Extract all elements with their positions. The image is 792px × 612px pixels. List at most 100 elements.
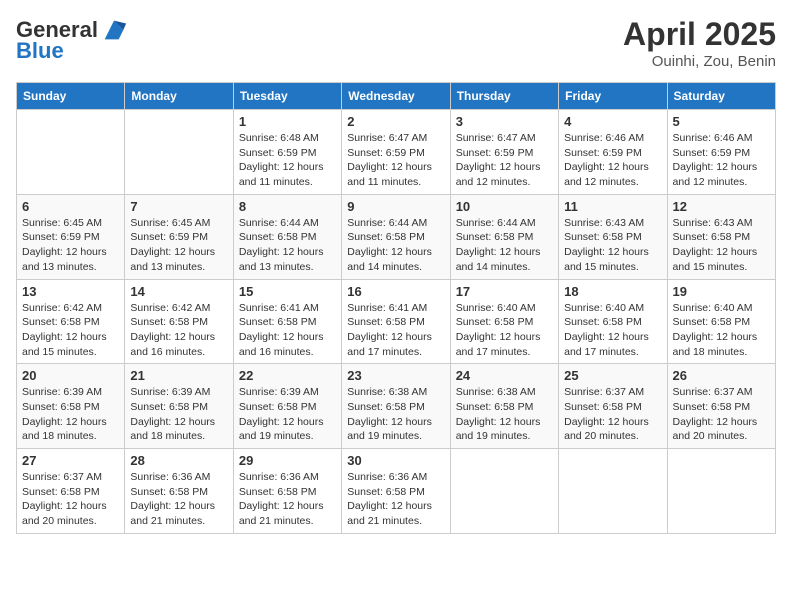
day-info: Sunrise: 6:40 AM Sunset: 6:58 PM Dayligh… (564, 301, 661, 360)
day-info: Sunrise: 6:44 AM Sunset: 6:58 PM Dayligh… (347, 216, 444, 275)
day-info: Sunrise: 6:39 AM Sunset: 6:58 PM Dayligh… (239, 385, 336, 444)
day-number: 12 (673, 199, 770, 214)
calendar-cell: 2 Sunrise: 6:47 AM Sunset: 6:59 PM Daylig… (342, 110, 450, 195)
day-info: Sunrise: 6:42 AM Sunset: 6:58 PM Dayligh… (130, 301, 227, 360)
day-info: Sunrise: 6:41 AM Sunset: 6:58 PM Dayligh… (347, 301, 444, 360)
calendar-week-row: 6 Sunrise: 6:45 AM Sunset: 6:59 PM Daylig… (17, 194, 776, 279)
day-number: 19 (673, 284, 770, 299)
day-number: 23 (347, 368, 444, 383)
day-number: 5 (673, 114, 770, 129)
month-year-title: April 2025 (623, 16, 776, 53)
day-number: 16 (347, 284, 444, 299)
day-info: Sunrise: 6:36 AM Sunset: 6:58 PM Dayligh… (239, 470, 336, 529)
calendar-cell: 12 Sunrise: 6:43 AM Sunset: 6:58 PM Dayli… (667, 194, 775, 279)
calendar-cell: 14 Sunrise: 6:42 AM Sunset: 6:58 PM Dayli… (125, 279, 233, 364)
day-info: Sunrise: 6:38 AM Sunset: 6:58 PM Dayligh… (347, 385, 444, 444)
day-number: 3 (456, 114, 553, 129)
day-number: 22 (239, 368, 336, 383)
calendar-cell: 5 Sunrise: 6:46 AM Sunset: 6:59 PM Daylig… (667, 110, 775, 195)
day-number: 18 (564, 284, 661, 299)
day-info: Sunrise: 6:36 AM Sunset: 6:58 PM Dayligh… (130, 470, 227, 529)
calendar-cell: 28 Sunrise: 6:36 AM Sunset: 6:58 PM Dayli… (125, 449, 233, 534)
calendar-week-row: 27 Sunrise: 6:37 AM Sunset: 6:58 PM Dayli… (17, 449, 776, 534)
calendar-day-header: Monday (125, 83, 233, 110)
calendar-cell: 1Sunrise: 6:48 AM Sunset: 6:59 PM Daylig… (233, 110, 341, 195)
calendar-cell: 7 Sunrise: 6:45 AM Sunset: 6:59 PM Daylig… (125, 194, 233, 279)
calendar-cell: 17 Sunrise: 6:40 AM Sunset: 6:58 PM Dayli… (450, 279, 558, 364)
day-number: 10 (456, 199, 553, 214)
day-number: 24 (456, 368, 553, 383)
logo: General Blue (16, 16, 128, 62)
day-number: 14 (130, 284, 227, 299)
calendar-day-header: Tuesday (233, 83, 341, 110)
logo-icon (100, 16, 128, 44)
day-info: Sunrise: 6:40 AM Sunset: 6:58 PM Dayligh… (456, 301, 553, 360)
day-info: Sunrise: 6:43 AM Sunset: 6:58 PM Dayligh… (564, 216, 661, 275)
calendar-cell: 18 Sunrise: 6:40 AM Sunset: 6:58 PM Dayli… (559, 279, 667, 364)
day-info: Sunrise: 6:47 AM Sunset: 6:59 PM Dayligh… (456, 131, 553, 190)
day-number: 15 (239, 284, 336, 299)
calendar-cell: 6 Sunrise: 6:45 AM Sunset: 6:59 PM Daylig… (17, 194, 125, 279)
location-text: Ouinhi, Zou, Benin (623, 53, 776, 70)
calendar-cell: 23 Sunrise: 6:38 AM Sunset: 6:58 PM Dayli… (342, 364, 450, 449)
calendar-cell (125, 110, 233, 195)
calendar-cell: 19 Sunrise: 6:40 AM Sunset: 6:58 PM Dayli… (667, 279, 775, 364)
calendar-cell: 13Sunrise: 6:42 AM Sunset: 6:58 PM Dayli… (17, 279, 125, 364)
calendar-cell: 11 Sunrise: 6:43 AM Sunset: 6:58 PM Dayli… (559, 194, 667, 279)
calendar-cell: 3 Sunrise: 6:47 AM Sunset: 6:59 PM Daylig… (450, 110, 558, 195)
day-info: Sunrise: 6:40 AM Sunset: 6:58 PM Dayligh… (673, 301, 770, 360)
calendar-cell: 10 Sunrise: 6:44 AM Sunset: 6:58 PM Dayli… (450, 194, 558, 279)
day-info: Sunrise: 6:44 AM Sunset: 6:58 PM Dayligh… (456, 216, 553, 275)
day-info: Sunrise: 6:37 AM Sunset: 6:58 PM Dayligh… (673, 385, 770, 444)
calendar-cell: 29 Sunrise: 6:36 AM Sunset: 6:58 PM Dayli… (233, 449, 341, 534)
day-info: Sunrise: 6:45 AM Sunset: 6:59 PM Dayligh… (22, 216, 119, 275)
day-number: 27 (22, 453, 119, 468)
calendar-cell (559, 449, 667, 534)
calendar-day-header: Friday (559, 83, 667, 110)
day-number: 25 (564, 368, 661, 383)
day-info: Sunrise: 6:46 AM Sunset: 6:59 PM Dayligh… (564, 131, 661, 190)
day-info: Sunrise: 6:41 AM Sunset: 6:58 PM Dayligh… (239, 301, 336, 360)
calendar-day-header: Sunday (17, 83, 125, 110)
calendar-cell: 8 Sunrise: 6:44 AM Sunset: 6:58 PM Daylig… (233, 194, 341, 279)
day-number: 6 (22, 199, 119, 214)
calendar-cell: 25 Sunrise: 6:37 AM Sunset: 6:58 PM Dayli… (559, 364, 667, 449)
day-number: 11 (564, 199, 661, 214)
day-number: 28 (130, 453, 227, 468)
calendar-cell: 4Sunrise: 6:46 AM Sunset: 6:59 PM Daylig… (559, 110, 667, 195)
day-number: 17 (456, 284, 553, 299)
day-number: 8 (239, 199, 336, 214)
title-block: April 2025 Ouinhi, Zou, Benin (623, 16, 776, 70)
day-info: Sunrise: 6:47 AM Sunset: 6:59 PM Dayligh… (347, 131, 444, 190)
day-number: 9 (347, 199, 444, 214)
day-info: Sunrise: 6:44 AM Sunset: 6:58 PM Dayligh… (239, 216, 336, 275)
calendar-cell (667, 449, 775, 534)
calendar-cell: 20 Sunrise: 6:39 AM Sunset: 6:58 PM Dayli… (17, 364, 125, 449)
calendar-table: SundayMondayTuesdayWednesdayThursdayFrid… (16, 82, 776, 534)
calendar-cell: 21Sunrise: 6:39 AM Sunset: 6:58 PM Dayli… (125, 364, 233, 449)
day-info: Sunrise: 6:39 AM Sunset: 6:58 PM Dayligh… (22, 385, 119, 444)
day-number: 26 (673, 368, 770, 383)
day-number: 20 (22, 368, 119, 383)
day-info: Sunrise: 6:42 AM Sunset: 6:58 PM Dayligh… (22, 301, 119, 360)
calendar-cell: 30 Sunrise: 6:36 AM Sunset: 6:58 PM Dayli… (342, 449, 450, 534)
day-info: Sunrise: 6:43 AM Sunset: 6:58 PM Dayligh… (673, 216, 770, 275)
day-info: Sunrise: 6:37 AM Sunset: 6:58 PM Dayligh… (22, 470, 119, 529)
day-info: Sunrise: 6:45 AM Sunset: 6:59 PM Dayligh… (130, 216, 227, 275)
day-number: 29 (239, 453, 336, 468)
calendar-cell: 22 Sunrise: 6:39 AM Sunset: 6:58 PM Dayli… (233, 364, 341, 449)
calendar-cell: 16 Sunrise: 6:41 AM Sunset: 6:58 PM Dayli… (342, 279, 450, 364)
calendar-cell: 24 Sunrise: 6:38 AM Sunset: 6:58 PM Dayli… (450, 364, 558, 449)
day-number: 2 (347, 114, 444, 129)
day-info: Sunrise: 6:36 AM Sunset: 6:58 PM Dayligh… (347, 470, 444, 529)
calendar-day-header: Thursday (450, 83, 558, 110)
day-number: 7 (130, 199, 227, 214)
calendar-week-row: 13Sunrise: 6:42 AM Sunset: 6:58 PM Dayli… (17, 279, 776, 364)
calendar-week-row: 1Sunrise: 6:48 AM Sunset: 6:59 PM Daylig… (17, 110, 776, 195)
day-info: Sunrise: 6:37 AM Sunset: 6:58 PM Dayligh… (564, 385, 661, 444)
calendar-cell (450, 449, 558, 534)
day-info: Sunrise: 6:46 AM Sunset: 6:59 PM Dayligh… (673, 131, 770, 190)
day-number: 30 (347, 453, 444, 468)
day-info: Sunrise: 6:38 AM Sunset: 6:58 PM Dayligh… (456, 385, 553, 444)
day-number: 21 (130, 368, 227, 383)
